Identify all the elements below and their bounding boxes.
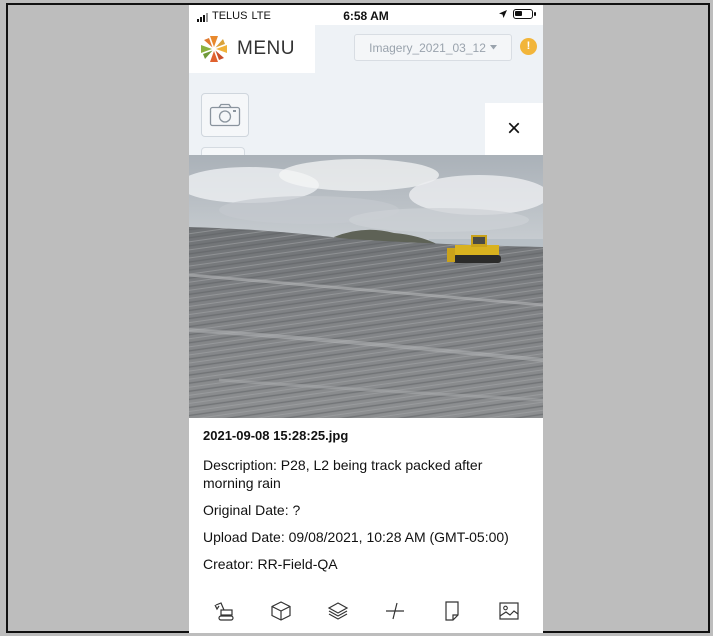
status-right: [498, 9, 536, 19]
status-bar: TELUS LTE 6:58 AM: [189, 5, 543, 25]
location-arrow-icon: [499, 10, 507, 18]
photo-description: Description: P28, L2 being track packed …: [203, 457, 483, 491]
measure-icon: [385, 602, 404, 619]
imagery-dropdown[interactable]: Imagery_2021_03_12: [354, 34, 512, 61]
camera-button[interactable]: [201, 93, 249, 137]
3d-view-button[interactable]: [263, 593, 299, 629]
photo-file-name: 2021-09-08 15:28:25.jpg: [203, 428, 349, 443]
logo-icon: [201, 36, 227, 62]
photo-details-panel: 2021-09-08 15:28:25.jpg Description: P28…: [189, 155, 543, 588]
photo-creator: Creator: RR-Field-QA: [203, 556, 338, 572]
cube-icon: [270, 600, 291, 621]
caret-down-icon: [489, 45, 497, 50]
layers-button[interactable]: [320, 593, 356, 629]
photo-metadata: 2021-09-08 15:28:25.jpg Description: P28…: [203, 427, 533, 582]
status-time: 6:58 AM: [343, 9, 389, 23]
photo-upload-date: Upload Date: 09/08/2021, 10:28 AM (GMT-0…: [203, 529, 509, 545]
measure-button[interactable]: [377, 593, 413, 629]
camera-icon: [209, 103, 241, 127]
close-button[interactable]: ×: [485, 103, 543, 155]
battery-icon: [513, 9, 536, 19]
image-icon: [498, 601, 519, 620]
photo-original-date: Original Date: ?: [203, 502, 301, 518]
notes-button[interactable]: [434, 593, 470, 629]
menu-button[interactable]: MENU: [189, 25, 315, 73]
layers-icon: [327, 601, 348, 620]
warning-badge[interactable]: !: [520, 38, 537, 55]
site-photo: [189, 155, 543, 418]
note-icon: [444, 600, 459, 621]
menu-label: MENU: [237, 38, 295, 59]
excavator-icon: [213, 601, 234, 621]
phone-screen: TELUS LTE 6:58 AM MENU Imagery_2021_03_1…: [189, 5, 543, 633]
imagery-button[interactable]: [491, 593, 527, 629]
bottom-toolbar: [189, 588, 543, 633]
excavator-tool-button[interactable]: [206, 593, 242, 629]
imagery-selected-value: Imagery_2021_03_12: [369, 40, 486, 55]
